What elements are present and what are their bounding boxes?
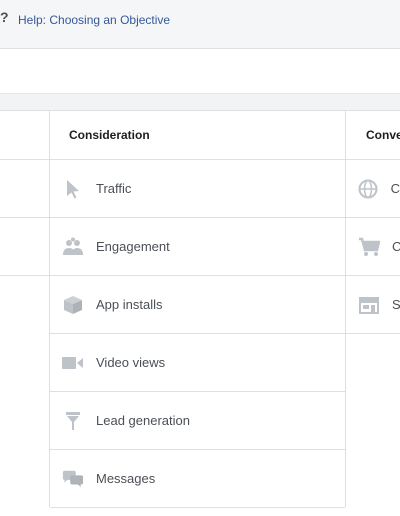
objective-catalog-sales[interactable]: C (346, 218, 400, 276)
awareness-row (0, 218, 49, 276)
globe-icon (358, 178, 379, 200)
objective-label: S (392, 297, 400, 312)
consideration-header-label: Consideration (69, 128, 150, 142)
objective-label: Messages (96, 471, 156, 486)
objective-label: Lead generation (96, 413, 190, 428)
help-choosing-objective-link[interactable]: Help: Choosing an Objective (18, 13, 170, 27)
box-icon (62, 294, 84, 316)
conversion-header-label: Conve (366, 128, 400, 142)
objective-label: Engagement (96, 239, 170, 254)
consideration-header: Consideration (50, 111, 345, 160)
store-icon (358, 294, 380, 316)
objective-label: C (390, 181, 400, 196)
objective-label: C (392, 239, 400, 254)
cursor-icon (62, 178, 84, 200)
objective-grid: Consideration Traffic Engagement App ins… (0, 111, 400, 511)
objective-name-area (0, 49, 400, 94)
awareness-row (0, 160, 49, 218)
question-mark: ? (0, 9, 9, 25)
objective-lead-generation[interactable]: Lead generation (50, 392, 345, 450)
cart-icon (358, 236, 380, 258)
conversion-header: Conve (346, 111, 400, 160)
table-top-spacer (0, 94, 400, 111)
funnel-icon (62, 410, 84, 432)
objective-label: Traffic (96, 181, 132, 196)
objective-label: Video views (96, 355, 166, 370)
people-icon (62, 236, 84, 258)
awareness-header (0, 111, 49, 160)
objective-video-views[interactable]: Video views (50, 334, 345, 392)
objective-help-bar: ? Help: Choosing an Objective (0, 0, 400, 49)
objective-label: App installs (96, 297, 163, 312)
objective-messages[interactable]: Messages (50, 450, 345, 508)
objective-store-traffic[interactable]: S (346, 276, 400, 334)
chat-bubbles-icon (62, 468, 84, 490)
objective-traffic[interactable]: Traffic (50, 160, 345, 218)
objective-conversions[interactable]: C (346, 160, 400, 218)
objective-engagement[interactable]: Engagement (50, 218, 345, 276)
objective-app-installs[interactable]: App installs (50, 276, 345, 334)
video-camera-icon (62, 352, 84, 374)
